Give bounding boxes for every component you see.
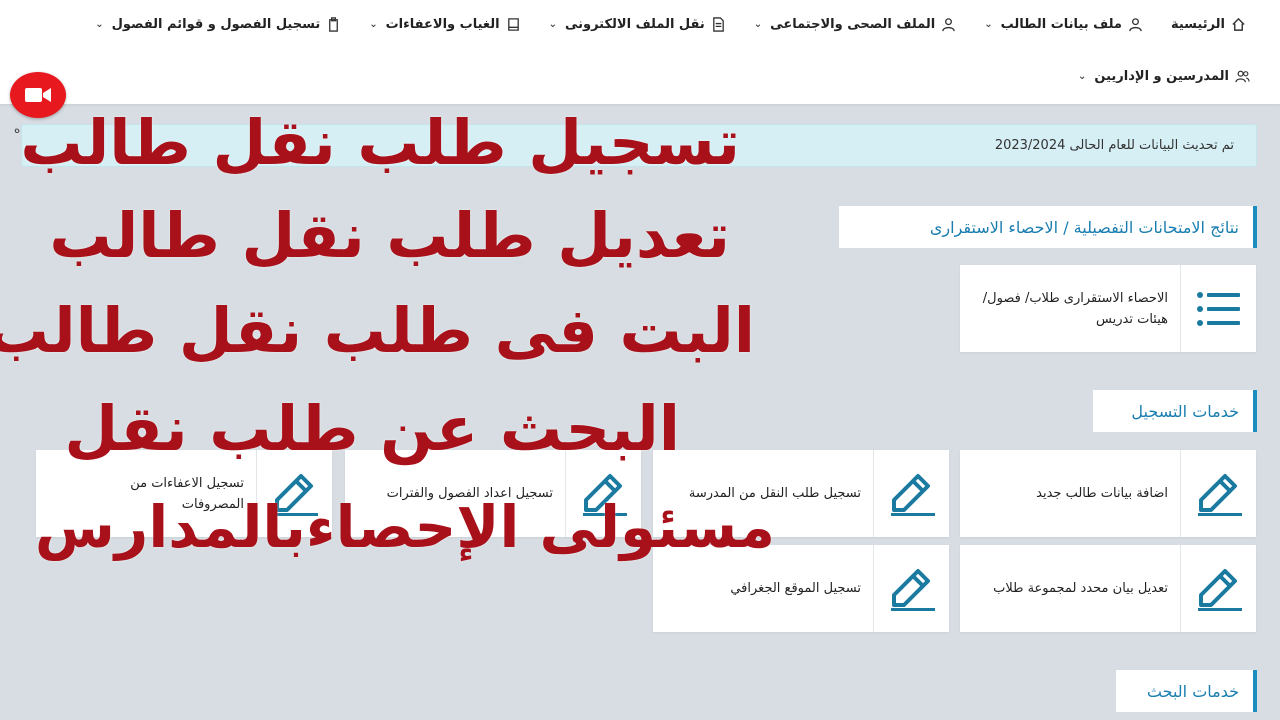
file-icon bbox=[712, 16, 724, 32]
nav-row-1: الرئيسية ملف بيانات الطالب ⌄ الملف الصحى… bbox=[67, 12, 1246, 36]
nav-item-label: المدرسين و الإداريين bbox=[1094, 68, 1229, 84]
section-title-exams: نتائج الامتحانات التفصيلية / الاحصاء الا… bbox=[839, 206, 1257, 248]
chevron-down-icon: ⌄ bbox=[753, 18, 763, 30]
edit-icon bbox=[873, 450, 949, 537]
overlay-line-2: تعديل طلب نقل طالب bbox=[49, 199, 730, 272]
nav-item-label: ملف بيانات الطالب bbox=[1000, 16, 1122, 32]
clipboard-icon bbox=[329, 16, 339, 32]
user-icon bbox=[942, 17, 956, 31]
chevron-down-icon: ⌄ bbox=[1078, 70, 1087, 82]
nav-item-label: الغياب والاعفاءات bbox=[385, 16, 500, 32]
card-label: تسجيل الموقع الجغرافي bbox=[730, 581, 861, 596]
card-add-student[interactable]: اضافة بيانات طالب جديد bbox=[960, 450, 1256, 537]
nav-item-home[interactable]: الرئيسية bbox=[1171, 17, 1246, 32]
card-stats[interactable]: الاحصاء الاستقرارى طلاب/ فصول/هيئات تدري… bbox=[960, 265, 1256, 352]
list-icon bbox=[1180, 265, 1256, 352]
nav-item-health-file[interactable]: الملف الصحى والاجتماعى ⌄ bbox=[754, 17, 956, 32]
nav-row-2: المدرسين و الإداريين ⌄ bbox=[1050, 64, 1250, 88]
home-icon bbox=[1232, 17, 1245, 31]
section-title-search: خدمات البحث bbox=[1116, 670, 1257, 712]
book-icon bbox=[507, 17, 519, 31]
chevron-down-icon: ⌄ bbox=[548, 18, 557, 30]
card-edit-group[interactable]: تعديل بيان محدد لمجموعة طلاب bbox=[960, 545, 1256, 632]
nav-item-label: تسجيل الفصول و قوائم الفصول bbox=[111, 16, 321, 32]
chevron-down-icon: ⌄ bbox=[95, 18, 104, 30]
edit-icon bbox=[873, 545, 949, 632]
nav-item-label: الملف الصحى والاجتماعى bbox=[770, 16, 936, 32]
chevron-down-icon: ⌄ bbox=[369, 18, 378, 30]
nav-item-label: الرئيسية bbox=[1170, 16, 1225, 32]
overlay-line-4: البحث عن طلب نقل bbox=[64, 392, 680, 465]
card-label: تعديل بيان محدد لمجموعة طلاب bbox=[993, 581, 1168, 596]
nav-item-file-transfer[interactable]: نقل الملف الالكترونى ⌄ bbox=[549, 17, 726, 32]
edit-icon bbox=[1180, 450, 1256, 537]
edit-icon bbox=[1180, 545, 1256, 632]
alert-text: تم تحديث البيانات للعام الحالى 2023/2024 bbox=[994, 138, 1234, 153]
top-navigation: الرئيسية ملف بيانات الطالب ⌄ الملف الصحى… bbox=[0, 0, 1280, 104]
nav-item-label: نقل الملف الالكترونى bbox=[564, 16, 705, 32]
section-title-text: خدمات التسجيل bbox=[1131, 401, 1239, 421]
user-icon bbox=[1129, 17, 1142, 31]
card-label: الاحصاء الاستقرارى طلاب/ فصول/هيئات تدري… bbox=[982, 290, 1168, 327]
section-title-registration: خدمات التسجيل bbox=[1093, 390, 1257, 432]
nav-item-classes[interactable]: تسجيل الفصول و قوائم الفصول ⌄ bbox=[95, 17, 341, 32]
section-title-text: نتائج الامتحانات التفصيلية / الاحصاء الا… bbox=[929, 217, 1239, 237]
overlay-line-5: مسئولى الإحصاءبالمدارس bbox=[34, 493, 775, 561]
chevron-down-icon: ⌄ bbox=[984, 18, 993, 30]
overlay-line-3: البت فى طلب نقل طالب bbox=[0, 294, 755, 367]
users-icon bbox=[1235, 70, 1250, 82]
video-camera-icon bbox=[25, 88, 51, 102]
nav-item-absence[interactable]: الغياب والاعفاءات ⌄ bbox=[369, 17, 520, 32]
nav-item-teachers[interactable]: المدرسين و الإداريين ⌄ bbox=[1078, 69, 1250, 84]
overlay-line-1: تسجيل طلب نقل طالب bbox=[20, 106, 740, 179]
section-title-text: خدمات البحث bbox=[1146, 681, 1239, 701]
card-label: اضافة بيانات طالب جديد bbox=[1036, 486, 1168, 501]
nav-item-student-file[interactable]: ملف بيانات الطالب ⌄ bbox=[984, 17, 1143, 32]
